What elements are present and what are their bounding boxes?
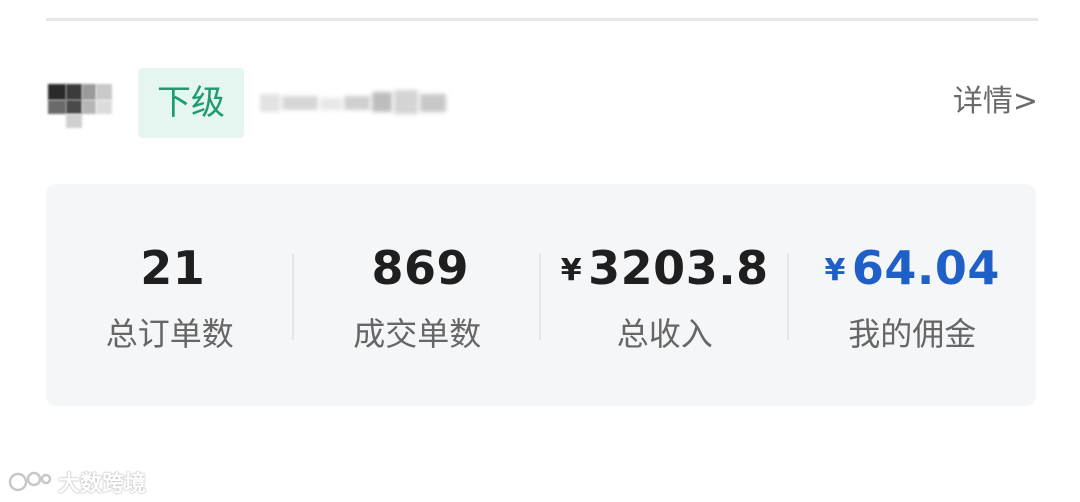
my-commission-label: 我的佣金: [848, 315, 977, 353]
stat-total-income: ¥3203.8 总收入: [541, 184, 789, 406]
total-income-value: 3203.8: [588, 241, 769, 295]
blurred-member-name: [260, 86, 450, 120]
completed-orders-label: 成交单数: [353, 315, 482, 353]
member-header: 下级 详情>: [46, 66, 1038, 140]
stat-total-orders: 21 总订单数: [46, 184, 294, 406]
stat-my-commission: ¥64.04 我的佣金: [789, 184, 1037, 406]
watermark-text: 大数跨境: [58, 472, 147, 497]
top-divider: [46, 18, 1038, 21]
watermark-logo-icon: [8, 471, 52, 492]
stat-completed-orders: 869 成交单数: [294, 184, 542, 406]
stat-value: 21: [46, 238, 294, 298]
stat-value: ¥64.04: [789, 238, 1037, 298]
stat-value: ¥3203.8: [541, 238, 789, 298]
my-commission-value: 64.04: [851, 241, 1000, 295]
total-orders-value: 21: [140, 241, 206, 295]
details-link[interactable]: 详情>: [953, 80, 1038, 124]
stat-value: 869: [294, 238, 542, 298]
blurred-avatar: [48, 78, 112, 128]
total-orders-label: 总订单数: [105, 315, 234, 353]
currency-symbol: ¥: [824, 253, 846, 288]
stats-card: 21 总订单数 869 成交单数 ¥3203.8 总收入 ¥64.04 我的佣金: [46, 184, 1036, 406]
watermark: 大数跨境: [8, 464, 146, 500]
completed-orders-value: 869: [371, 241, 470, 295]
total-income-label: 总收入: [616, 315, 713, 353]
subordinate-tag: 下级: [138, 68, 244, 138]
currency-symbol: ¥: [560, 253, 583, 288]
